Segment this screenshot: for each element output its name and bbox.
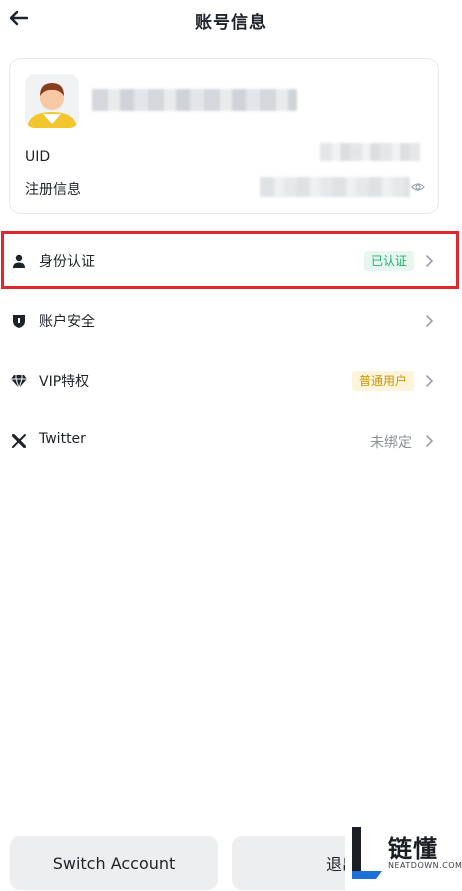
top-bar: 账号信息 <box>0 0 462 40</box>
shield-icon <box>10 312 28 330</box>
avatar[interactable] <box>25 74 79 128</box>
menu-item-account-security[interactable]: 账户安全 <box>0 292 462 350</box>
menu-label: 账户安全 <box>39 314 95 330</box>
register-info-label: 注册信息 <box>25 182 81 198</box>
uid-value-redacted <box>320 143 420 161</box>
uid-label: UID <box>25 149 51 165</box>
binding-status: 未绑定 <box>370 435 412 451</box>
switch-account-button[interactable]: Switch Account <box>10 836 218 890</box>
person-icon <box>10 252 28 270</box>
menu-label: VIP特权 <box>39 374 90 390</box>
watermark-text: 链懂 <box>388 835 438 863</box>
eye-icon[interactable] <box>411 180 425 194</box>
watermark-logo <box>352 827 382 879</box>
nickname-redacted <box>92 89 297 111</box>
avatar-image <box>25 74 79 128</box>
user-level-badge: 普通用户 <box>351 371 414 391</box>
x-logo-icon <box>10 432 28 450</box>
menu-item-identity-verification[interactable]: 身份认证 已认证 <box>0 232 462 290</box>
menu-item-vip[interactable]: VIP特权 普通用户 <box>0 352 462 410</box>
chevron-right-icon <box>420 372 438 390</box>
diamond-icon <box>10 372 28 390</box>
menu-label: 身份认证 <box>39 254 95 270</box>
chevron-right-icon <box>420 432 438 450</box>
register-info-redacted <box>260 177 410 197</box>
profile-card: UID 注册信息 <box>9 58 439 214</box>
menu-item-twitter[interactable]: Twitter 未绑定 <box>0 412 462 470</box>
watermark-subtext: NEATDOWN.COM <box>388 861 462 870</box>
chevron-right-icon <box>420 312 438 330</box>
chevron-right-icon <box>420 252 438 270</box>
menu-label: Twitter <box>39 431 86 447</box>
page-title: 账号信息 <box>195 13 267 33</box>
verified-badge: 已认证 <box>363 251 414 271</box>
